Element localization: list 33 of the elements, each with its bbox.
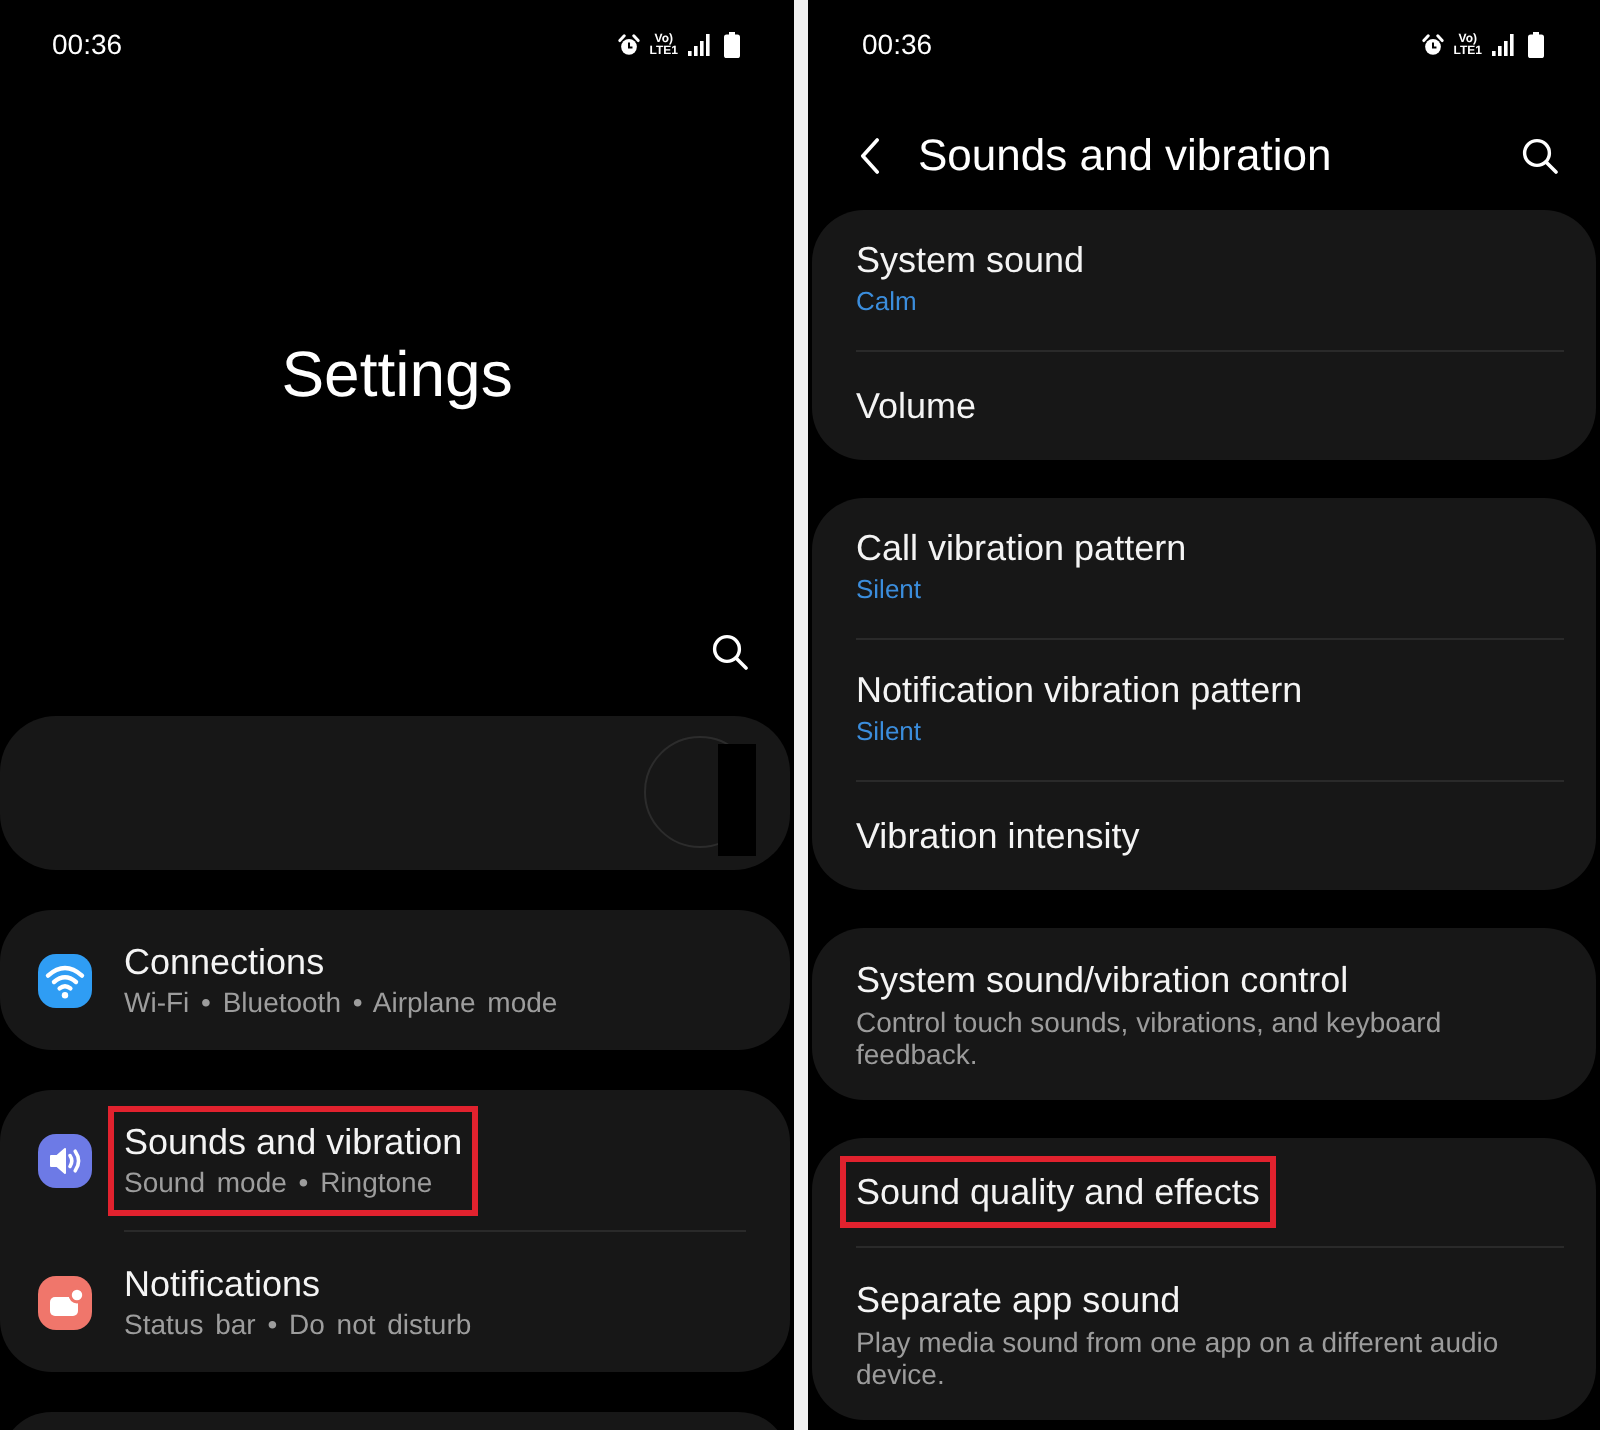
item-title[interactable]: Notifications	[124, 1261, 472, 1305]
redaction-block	[718, 744, 756, 856]
clock-time: 00:36	[52, 26, 123, 64]
item-title[interactable]: Vibration intensity	[856, 814, 1140, 858]
search-icon[interactable]	[712, 634, 748, 670]
clock-time: 00:36	[862, 26, 933, 64]
item-subtitle: Status bar • Do not disturb	[124, 1305, 472, 1343]
item-value: Calm	[856, 284, 919, 320]
signal-icon	[1492, 34, 1514, 56]
alarm-icon	[617, 34, 640, 56]
battery-icon	[724, 32, 740, 58]
item-value: Silent	[856, 572, 924, 608]
back-icon[interactable]	[860, 137, 880, 173]
battery-icon	[1528, 32, 1544, 58]
item-description: Control touch sounds, vibrations, and keyboard feedback.	[856, 1006, 1444, 1070]
item-title[interactable]: Notification vibration pattern	[856, 668, 1303, 712]
page-title: Settings	[279, 336, 515, 412]
item-title[interactable]: Volume	[856, 384, 977, 428]
item-title[interactable]: Call vibration pattern	[856, 526, 1187, 570]
item-subtitle: Wi-Fi • Bluetooth • Airplane mode	[124, 983, 558, 1021]
item-title[interactable]: Sound quality and effects	[856, 1170, 1260, 1214]
item-value: Silent	[856, 714, 924, 750]
item-title[interactable]: Connections	[124, 939, 558, 983]
item-title[interactable]: System sound	[856, 238, 1085, 282]
search-icon[interactable]	[1522, 137, 1558, 173]
item-title[interactable]: Sounds and vibration	[124, 1119, 463, 1163]
item-description: Play media sound from one app on a different audio device.	[856, 1326, 1501, 1390]
item-title[interactable]: Separate app sound	[856, 1278, 1552, 1322]
alarm-icon	[1421, 34, 1444, 56]
signal-icon	[688, 34, 710, 56]
item-title[interactable]: System sound/vibration control	[856, 958, 1552, 1002]
item-subtitle: Sound mode • Ringtone	[124, 1163, 435, 1201]
screen-title: Sounds and vibration	[918, 127, 1332, 183]
